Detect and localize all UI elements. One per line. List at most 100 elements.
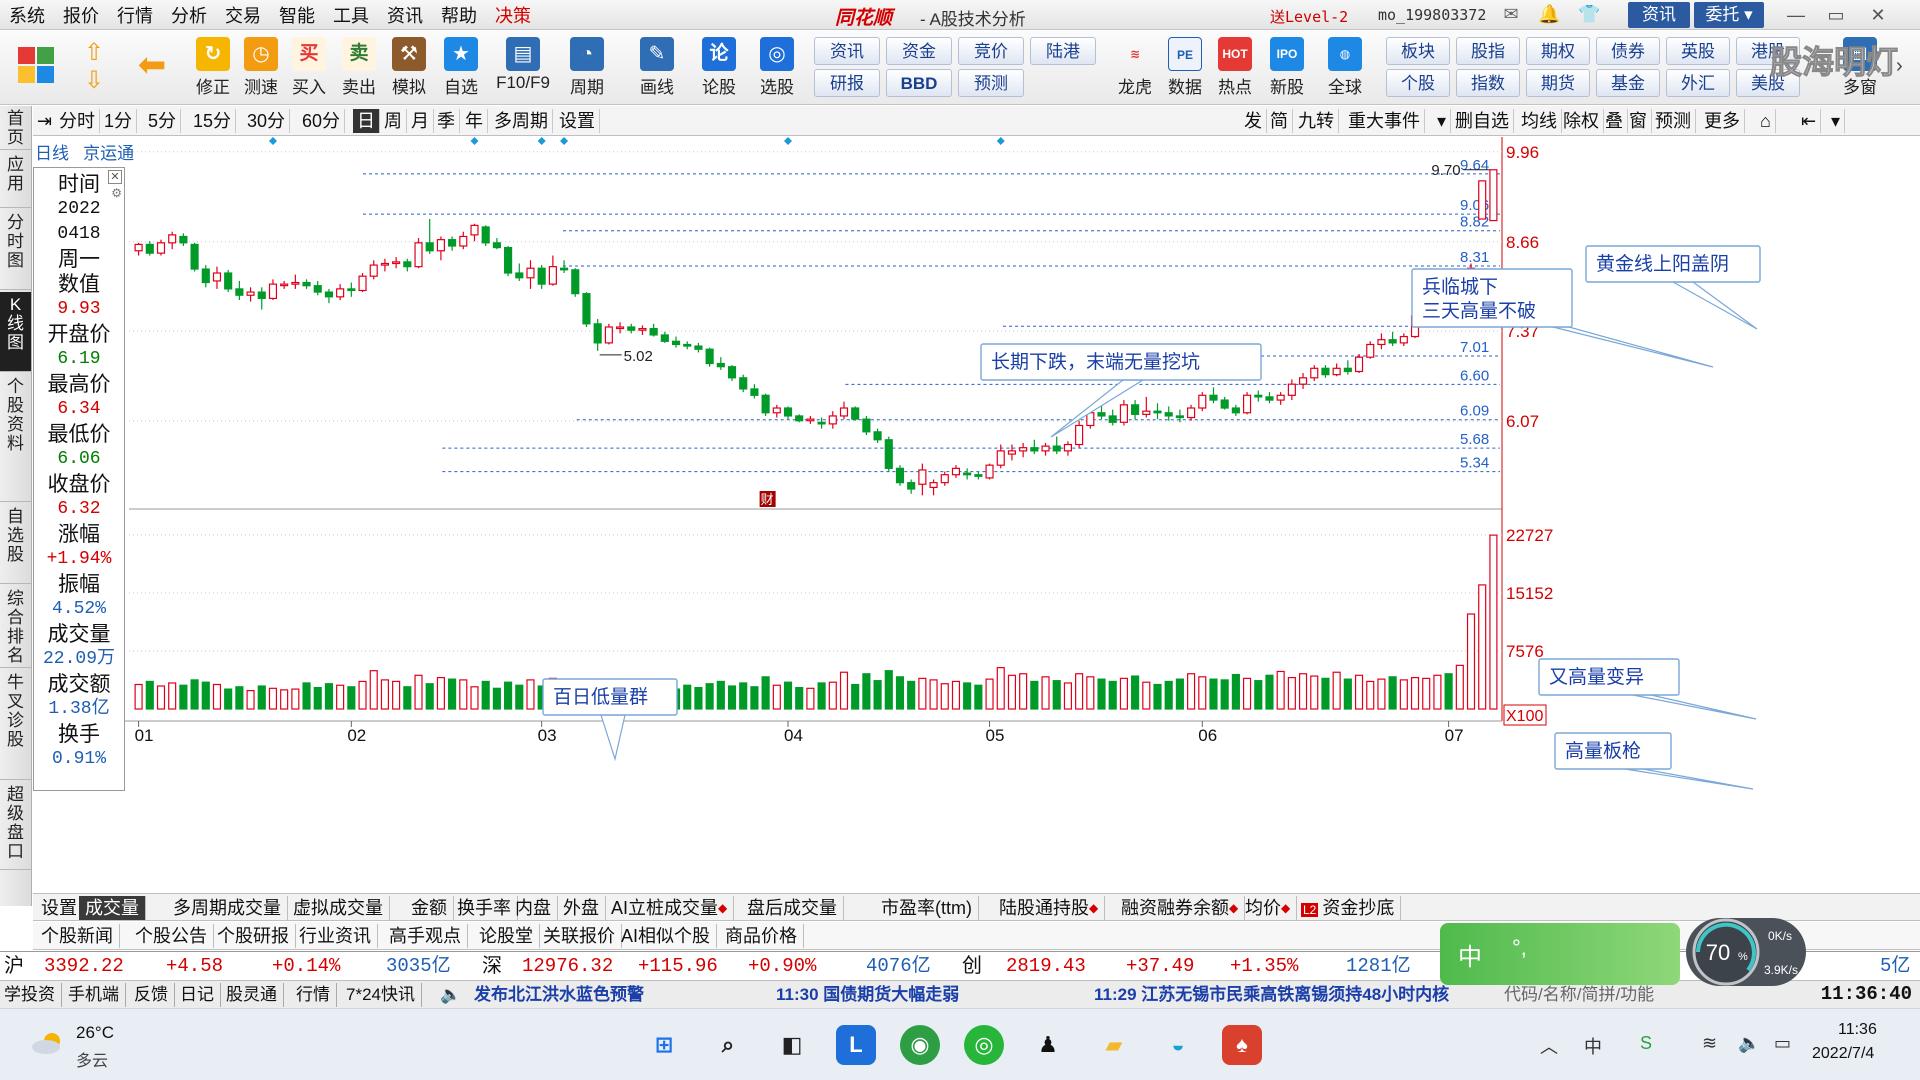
right-tool-10[interactable]: 更多: [1700, 109, 1745, 133]
period-4[interactable]: 30分: [243, 109, 291, 133]
search-hint[interactable]: 代码/名称/简拼/功能: [1504, 983, 1654, 1007]
grid2-bottom-1[interactable]: 指数: [1456, 69, 1520, 97]
pin-icon[interactable]: ⇥: [37, 109, 52, 133]
menu-2[interactable]: 行情: [108, 2, 162, 28]
toolbar-sell-button[interactable]: 卖卖出: [334, 33, 384, 103]
right-tool-0[interactable]: 发: [1240, 109, 1267, 133]
news-tab-1[interactable]: 手机端: [68, 983, 126, 1007]
evernote-icon[interactable]: ◉: [900, 1025, 940, 1065]
grid1-top-0[interactable]: 资讯: [814, 37, 880, 65]
toolbar-pe-data-button[interactable]: PE 数据: [1160, 33, 1210, 103]
minimize-icon[interactable]: —: [1776, 0, 1816, 30]
grid1-bottom-0[interactable]: 研报: [814, 69, 880, 97]
indicator-tab-12[interactable]: 融资融券余额◆: [1115, 896, 1246, 920]
left-nav-4[interactable]: 个 股 资 料: [0, 374, 31, 502]
toolbar-star-button[interactable]: ★ 自选: [436, 33, 486, 103]
indicator-tab-8[interactable]: AI立桩成交量◆: [605, 896, 735, 920]
toolbar-stock-pick-button[interactable]: ◎ 选股: [752, 33, 802, 103]
menu-6[interactable]: 工具: [324, 2, 378, 28]
grid1-top-3[interactable]: 陆港: [1030, 37, 1096, 65]
bell-icon[interactable]: 🔔: [1538, 4, 1560, 24]
chevron-up-icon[interactable]: ︿: [1540, 1033, 1558, 1059]
windows-start-icon[interactable]: ⊞: [644, 1025, 684, 1065]
maximize-icon[interactable]: ▭: [1816, 0, 1856, 30]
grid1-bottom-2[interactable]: 预测: [958, 69, 1024, 97]
toolbar-pen-draw-button[interactable]: ✎ 画线: [632, 33, 682, 103]
left-nav-7[interactable]: 牛 叉 诊 股: [0, 670, 31, 780]
indicator-tab-5[interactable]: 换手率: [451, 896, 518, 920]
info-tab-2[interactable]: 个股研报: [211, 924, 296, 948]
indicator-tab-0[interactable]: 设置: [35, 896, 84, 920]
period-11[interactable]: 多周期: [490, 109, 553, 133]
grid2-top-2[interactable]: 期权: [1526, 37, 1590, 65]
level2-promo-link[interactable]: 送Level-2: [1270, 6, 1348, 27]
info-tab-0[interactable]: 个股新闻: [35, 924, 120, 948]
menu-8[interactable]: 帮助: [432, 2, 486, 28]
period-12[interactable]: 设置: [555, 109, 600, 133]
left-nav-3[interactable]: K 线 图: [0, 292, 31, 372]
gear-icon[interactable]: ⚙: [111, 186, 122, 200]
right-tool-7[interactable]: 叠: [1601, 109, 1628, 133]
wifi-icon[interactable]: ≋: [1702, 1033, 1717, 1054]
left-nav-0[interactable]: 首 页: [0, 106, 31, 150]
grid2-top-3[interactable]: 债券: [1596, 37, 1660, 65]
menu-4[interactable]: 交易: [216, 2, 270, 28]
left-nav-2[interactable]: 分 时 图: [0, 210, 31, 290]
sz-price[interactable]: 12976.32: [522, 955, 613, 977]
qq-icon[interactable]: ♟: [1028, 1025, 1068, 1065]
right-tool-2[interactable]: 九转: [1294, 109, 1339, 133]
tray-app-icon[interactable]: S: [1640, 1033, 1652, 1054]
news-tab-4[interactable]: 股灵通: [226, 983, 284, 1007]
chevron-right-icon[interactable]: ›: [1896, 55, 1903, 78]
news-tab-0[interactable]: 学投资: [4, 983, 62, 1007]
info-tab-3[interactable]: 行业资讯: [293, 924, 378, 948]
period-10[interactable]: 年: [461, 109, 488, 133]
news-tab-6[interactable]: 7*24快讯: [346, 983, 422, 1007]
grid1-bottom-1[interactable]: BBD: [886, 69, 952, 97]
wechat-icon[interactable]: ◎: [964, 1025, 1004, 1065]
toolbar-dragon-tiger-button[interactable]: ≋ 龙虎: [1110, 33, 1160, 103]
toolbar-refresh-button[interactable]: ↻ 修正: [188, 33, 238, 103]
indicator-tab-11[interactable]: 陆股通持股◆: [993, 896, 1106, 920]
right-tool-6[interactable]: 除权: [1559, 109, 1604, 133]
period-9[interactable]: 季: [433, 109, 460, 133]
menu-7[interactable]: 资讯: [378, 2, 432, 28]
period-1[interactable]: 1分: [100, 109, 138, 133]
menu-1[interactable]: 报价: [54, 2, 108, 28]
layout-switch-button[interactable]: [6, 33, 66, 103]
chevron-down-icon[interactable]: ▾: [1827, 109, 1846, 133]
battery-icon[interactable]: ▭: [1774, 1033, 1791, 1054]
grid2-bottom-4[interactable]: 外汇: [1666, 69, 1730, 97]
speaker-icon[interactable]: 🔈: [440, 983, 461, 1007]
menu-5[interactable]: 智能: [270, 2, 324, 28]
grid1-top-1[interactable]: 资金: [886, 37, 952, 65]
toolbar-period-clock-button[interactable]: ◔ 周期: [562, 33, 612, 103]
news-item-3[interactable]: 11:29 江苏无锡市民乘高铁离锡须持48小时内核: [1094, 983, 1506, 1007]
period-7[interactable]: 周: [380, 109, 407, 133]
info-tab-5[interactable]: 论股堂: [473, 924, 540, 948]
user-id[interactable]: mo_199803372: [1378, 6, 1486, 24]
menu-0[interactable]: 系统: [0, 2, 54, 28]
indicator-tab-10[interactable]: 市盈率(ttm): [875, 896, 979, 920]
grid1-top-2[interactable]: 竞价: [958, 37, 1024, 65]
tonghuashun-taskbar-icon[interactable]: ♠: [1222, 1025, 1262, 1065]
back-button[interactable]: ⬅: [124, 33, 180, 103]
close-icon[interactable]: ✕: [108, 170, 122, 184]
indicator-tab-7[interactable]: 外盘: [557, 896, 606, 920]
right-tool-8[interactable]: 窗: [1625, 109, 1652, 133]
info-tab-6[interactable]: 关联报价: [537, 924, 622, 948]
news-tab-5[interactable]: 行情: [296, 983, 337, 1007]
right-tool-9[interactable]: 预测: [1651, 109, 1696, 133]
news-item-1[interactable]: 发布北江洪水蓝色预警: [474, 983, 644, 1007]
toolbar-hammer-button[interactable]: ⚒ 模拟: [384, 33, 434, 103]
period-0[interactable]: 分时: [55, 109, 100, 133]
news-tab-3[interactable]: 日记: [180, 983, 221, 1007]
info-tab-8[interactable]: 商品价格: [719, 924, 804, 948]
right-tool-3[interactable]: 重大事件: [1344, 109, 1425, 133]
indicator-tab-3[interactable]: 虚拟成交量: [287, 896, 390, 920]
news-item-2[interactable]: 11:30 国债期货大幅走弱: [776, 983, 959, 1007]
period-5[interactable]: 60分: [298, 109, 346, 133]
period-8[interactable]: 月: [407, 109, 434, 133]
indicator-tab-9[interactable]: 盘后成交量: [741, 896, 844, 920]
scroll-updown-button[interactable]: ⇧ ⇩: [72, 33, 116, 103]
